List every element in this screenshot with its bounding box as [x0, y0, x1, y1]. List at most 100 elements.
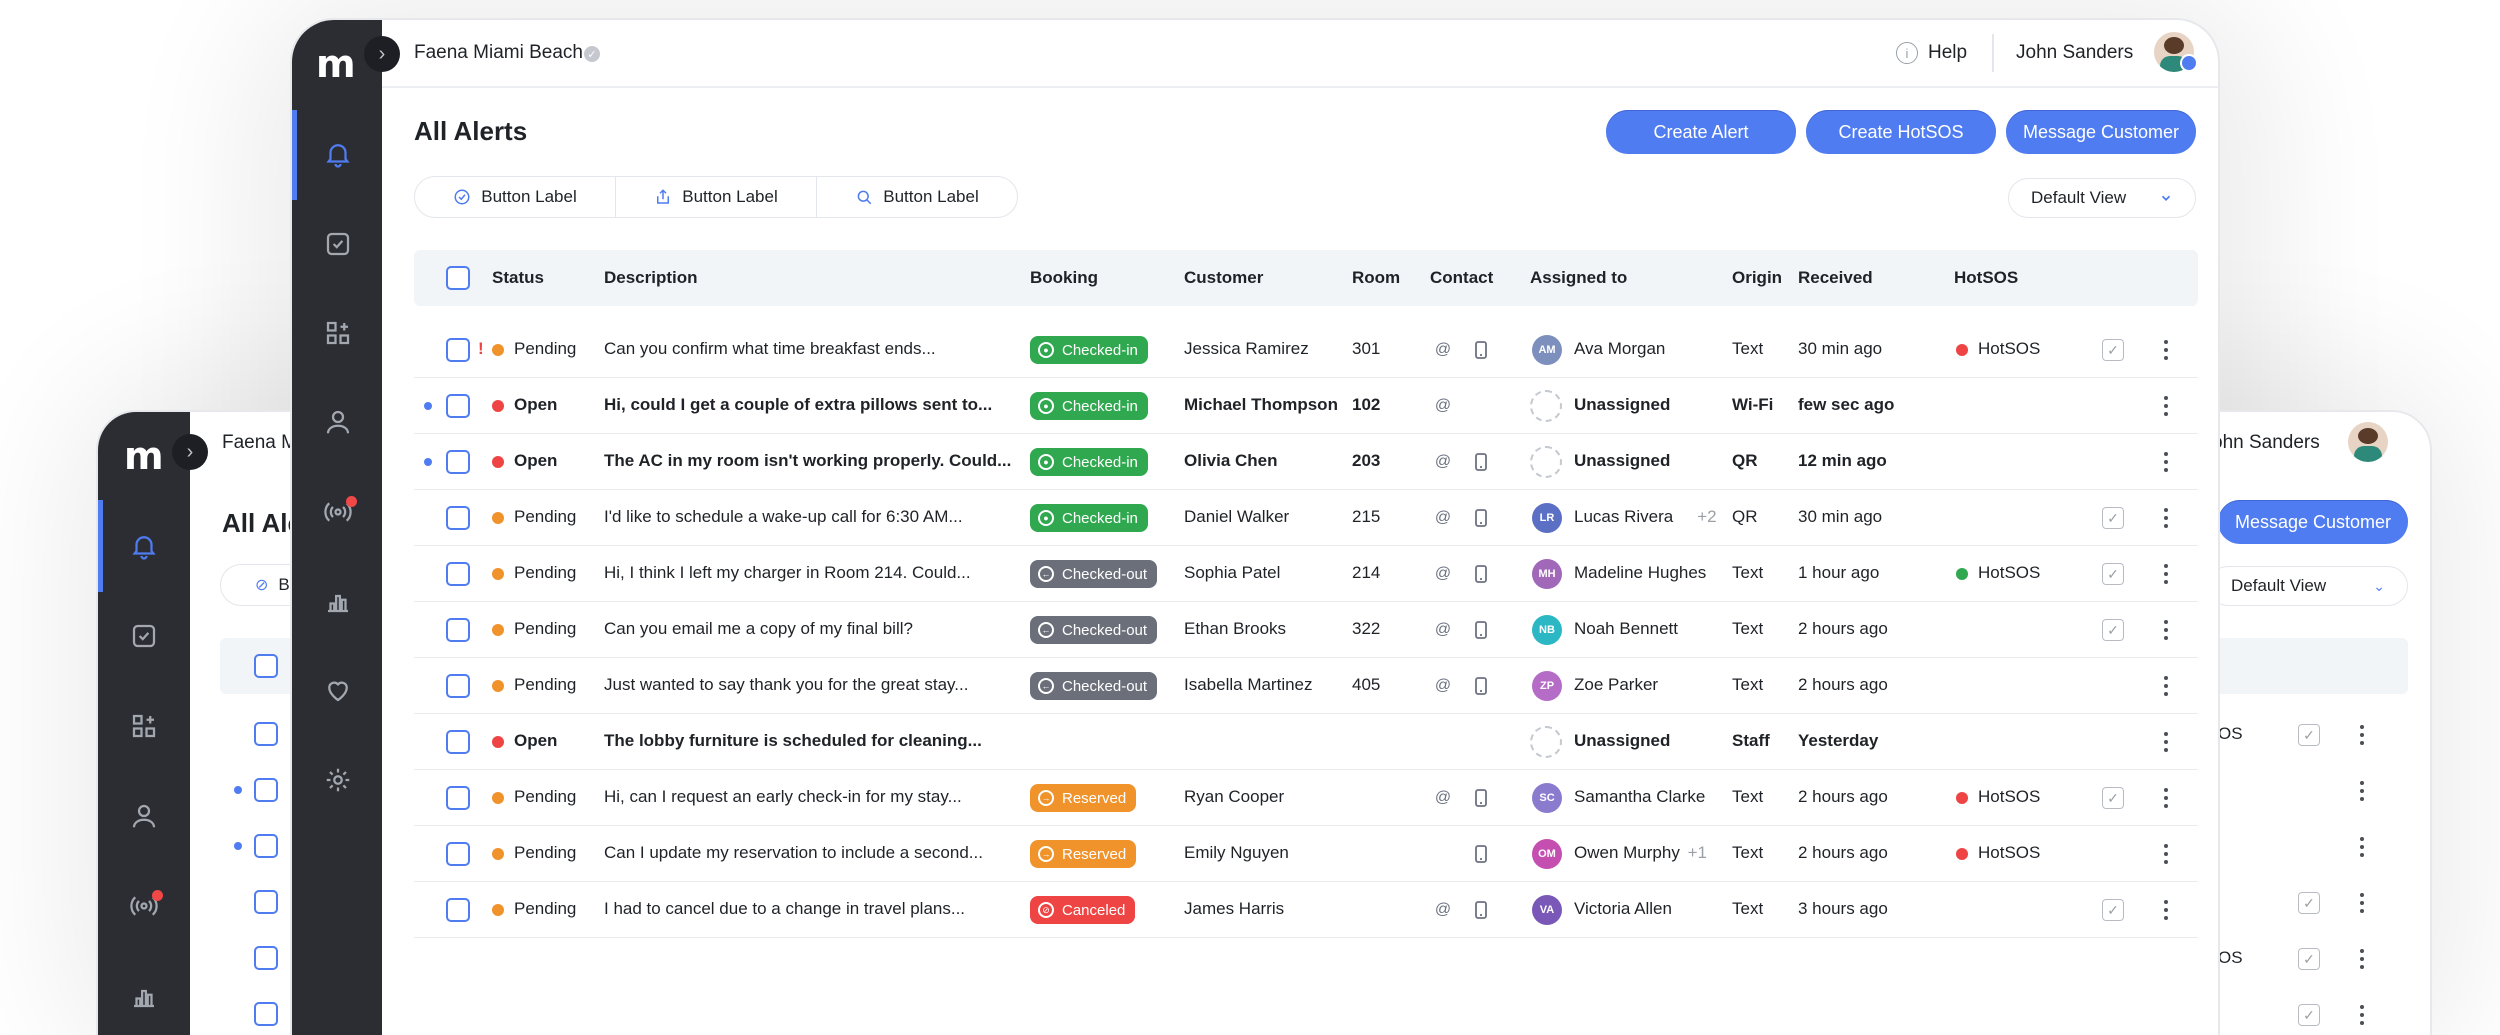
- assignee-name[interactable]: Zoe Parker: [1574, 675, 1658, 695]
- back-row-checkbox[interactable]: [254, 1002, 278, 1026]
- hotsos-label[interactable]: HotSOS: [1978, 843, 2040, 863]
- row-menu-button[interactable]: [2156, 391, 2176, 421]
- extra-assignees[interactable]: +1: [1688, 843, 1707, 863]
- row-menu-button[interactable]: [2156, 895, 2176, 925]
- back-select-all-checkbox[interactable]: [254, 654, 278, 678]
- customer-name[interactable]: Ethan Brooks: [1184, 619, 1286, 639]
- description[interactable]: The AC in my room isn't working properly…: [604, 451, 1011, 471]
- description[interactable]: I'd like to schedule a wake-up call for …: [604, 507, 963, 527]
- nav-favorites-icon[interactable]: [316, 668, 360, 712]
- phone-icon[interactable]: [1468, 337, 1494, 363]
- column-header-origin[interactable]: Origin: [1732, 268, 1782, 288]
- description[interactable]: Can you email me a copy of my final bill…: [604, 619, 913, 639]
- row-checkbox[interactable]: [446, 730, 470, 754]
- email-icon[interactable]: @: [1430, 561, 1456, 587]
- back-collapse-button[interactable]: ›: [172, 434, 208, 470]
- description[interactable]: Hi, I think I left my charger in Room 21…: [604, 563, 971, 583]
- column-header-room[interactable]: Room: [1352, 268, 1400, 288]
- phone-icon[interactable]: [1468, 561, 1494, 587]
- phone-icon[interactable]: [1468, 785, 1494, 811]
- assignee-name[interactable]: Owen Murphy: [1574, 843, 1680, 863]
- description[interactable]: Just wanted to say thank you for the gre…: [604, 675, 968, 695]
- column-header-status[interactable]: Status: [492, 268, 544, 288]
- customer-name[interactable]: Ryan Cooper: [1184, 787, 1284, 807]
- phone-icon[interactable]: [1468, 841, 1494, 867]
- back-row-checkbox[interactable]: [254, 722, 278, 746]
- segment-1[interactable]: Button Label: [415, 177, 616, 217]
- table-row[interactable]: [414, 376, 2198, 378]
- assignee-name[interactable]: Noah Bennett: [1574, 619, 1678, 639]
- mark-done-icon[interactable]: ✓: [2102, 563, 2124, 585]
- row-menu-button[interactable]: [2156, 839, 2176, 869]
- description[interactable]: The lobby furniture is scheduled for cle…: [604, 731, 982, 751]
- row-checkbox[interactable]: [446, 338, 470, 362]
- mark-done-icon[interactable]: ✓: [2102, 787, 2124, 809]
- mark-done-icon[interactable]: ✓: [2102, 619, 2124, 641]
- create-alert-button[interactable]: Create Alert: [1606, 110, 1796, 154]
- back-row-menu-button[interactable]: [2352, 1000, 2372, 1030]
- phone-icon[interactable]: [1468, 673, 1494, 699]
- table-row[interactable]: [414, 488, 2198, 490]
- column-header-booking[interactable]: Booking: [1030, 268, 1098, 288]
- customer-name[interactable]: Michael Thompson: [1184, 395, 1338, 415]
- row-menu-button[interactable]: [2156, 783, 2176, 813]
- mark-done-icon[interactable]: ✓: [2102, 339, 2124, 361]
- table-row[interactable]: [414, 544, 2198, 546]
- email-icon[interactable]: @: [1430, 897, 1456, 923]
- assignee-name[interactable]: Unassigned: [1574, 731, 1670, 751]
- phone-icon[interactable]: [1468, 897, 1494, 923]
- column-header-assigned[interactable]: Assigned to: [1530, 268, 1627, 288]
- customer-name[interactable]: Isabella Martinez: [1184, 675, 1313, 695]
- row-menu-button[interactable]: [2156, 335, 2176, 365]
- email-icon[interactable]: @: [1430, 617, 1456, 643]
- back-avatar[interactable]: [2348, 422, 2388, 462]
- phone-icon[interactable]: [1468, 449, 1494, 475]
- hotsos-label[interactable]: HotSOS: [1978, 787, 2040, 807]
- back-row-menu-button[interactable]: [2352, 776, 2372, 806]
- nav-user-icon[interactable]: [316, 400, 360, 444]
- back-done-icon[interactable]: ✓: [2298, 724, 2320, 746]
- back-row-menu-button[interactable]: [2352, 888, 2372, 918]
- property-name[interactable]: Faena Miami Beach: [414, 42, 583, 64]
- column-header-received[interactable]: Received: [1798, 268, 1873, 288]
- row-menu-button[interactable]: [2156, 727, 2176, 757]
- back-nav-alerts-icon[interactable]: [122, 524, 166, 568]
- phone-icon[interactable]: [1468, 505, 1494, 531]
- back-property-name[interactable]: Faena M: [222, 432, 297, 454]
- segment-3[interactable]: Button Label: [817, 177, 1017, 217]
- table-row[interactable]: [414, 824, 2198, 826]
- nav-settings-icon[interactable]: [316, 758, 360, 802]
- customer-name[interactable]: Daniel Walker: [1184, 507, 1289, 527]
- row-menu-button[interactable]: [2156, 559, 2176, 589]
- table-row[interactable]: [414, 600, 2198, 602]
- row-checkbox[interactable]: [446, 394, 470, 418]
- nav-widgets-icon[interactable]: [316, 311, 360, 355]
- collapse-sidebar-button[interactable]: ›: [364, 36, 400, 72]
- row-checkbox[interactable]: [446, 674, 470, 698]
- column-header-description[interactable]: Description: [604, 268, 698, 288]
- help-icon[interactable]: i: [1896, 42, 1918, 64]
- message-customer-button[interactable]: Message Customer: [2006, 110, 2196, 154]
- table-row[interactable]: [414, 936, 2198, 938]
- assignee-name[interactable]: Madeline Hughes: [1574, 563, 1706, 583]
- hotsos-label[interactable]: HotSOS: [1978, 339, 2040, 359]
- email-icon[interactable]: @: [1430, 337, 1456, 363]
- back-nav-user-icon[interactable]: [122, 794, 166, 838]
- back-nav-tasks-icon[interactable]: [122, 614, 166, 658]
- back-message-customer-button[interactable]: Message Customer: [2218, 500, 2408, 544]
- column-header-hotsos[interactable]: HotSOS: [1954, 268, 2018, 288]
- email-icon[interactable]: @: [1430, 449, 1456, 475]
- nav-tasks-icon[interactable]: [316, 222, 360, 266]
- view-select[interactable]: Default View: [2008, 178, 2196, 218]
- customer-name[interactable]: James Harris: [1184, 899, 1284, 919]
- row-menu-button[interactable]: [2156, 447, 2176, 477]
- back-done-icon[interactable]: ✓: [2298, 1004, 2320, 1026]
- email-icon[interactable]: @: [1430, 673, 1456, 699]
- email-icon[interactable]: @: [1430, 393, 1456, 419]
- table-row[interactable]: [414, 432, 2198, 434]
- row-menu-button[interactable]: [2156, 615, 2176, 645]
- row-checkbox[interactable]: [446, 842, 470, 866]
- row-checkbox[interactable]: [446, 786, 470, 810]
- back-row-menu-button[interactable]: [2352, 832, 2372, 862]
- assignee-name[interactable]: Samantha Clarke: [1574, 787, 1705, 807]
